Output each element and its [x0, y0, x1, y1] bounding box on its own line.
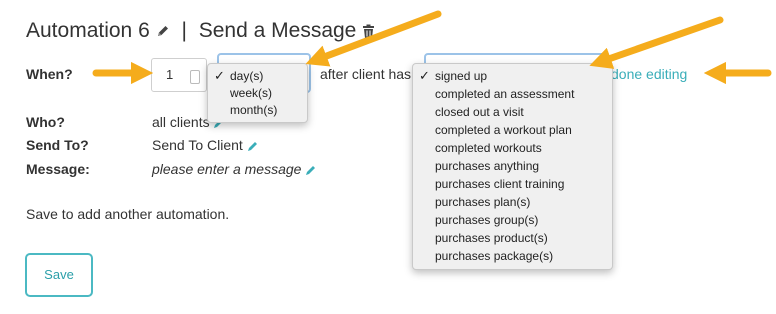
save-button[interactable]: Save	[25, 253, 93, 297]
page-title: Automation 6 | Send a Message	[26, 19, 375, 43]
edit-title-icon[interactable]	[156, 24, 170, 38]
event-option[interactable]: completed a workout plan	[435, 121, 572, 139]
event-option[interactable]: completed an assessment	[435, 85, 574, 103]
edit-message-icon[interactable]	[305, 164, 317, 176]
save-hint: Save to add another automation.	[26, 206, 230, 222]
quantity-value: 1	[166, 67, 174, 82]
unit-option[interactable]: month(s)	[230, 101, 277, 119]
send-to-value-text: Send To Client	[152, 137, 243, 153]
title-separator: |	[181, 19, 187, 42]
event-dropdown-menu: ✓ signed up completed an assessment clos…	[412, 63, 613, 270]
annotation-arrows	[92, 10, 772, 85]
event-option[interactable]: purchases client training	[435, 175, 564, 193]
unit-option[interactable]: day(s)	[230, 67, 263, 85]
event-option[interactable]: signed up	[435, 67, 487, 85]
event-option[interactable]: purchases plan(s)	[435, 193, 530, 211]
unit-option[interactable]: week(s)	[230, 84, 272, 102]
send-to-value: Send To Client	[152, 137, 259, 153]
arrow-to-event-select-icon	[589, 16, 724, 69]
who-value-text: all clients	[152, 114, 210, 130]
who-label: Who?	[26, 114, 65, 130]
action-subtitle: Send a Message	[198, 19, 357, 42]
stepper-arrows-icon[interactable]	[190, 70, 200, 84]
message-label: Message:	[26, 161, 90, 177]
event-option[interactable]: purchases product(s)	[435, 229, 548, 247]
quantity-stepper[interactable]: 1	[151, 58, 207, 92]
message-value: please enter a message	[152, 161, 317, 177]
after-client-text: after client has	[320, 66, 412, 82]
event-option[interactable]: completed workouts	[435, 139, 542, 157]
edit-send-to-icon[interactable]	[247, 140, 259, 152]
automation-title: Automation 6	[26, 19, 150, 42]
send-to-label: Send To?	[26, 137, 89, 153]
event-option[interactable]: purchases anything	[435, 157, 539, 175]
unit-dropdown-menu: ✓ day(s) week(s) month(s)	[207, 63, 308, 123]
when-label: When?	[26, 66, 73, 82]
checkmark-icon: ✓	[419, 68, 430, 83]
done-editing-link[interactable]: done editing	[611, 66, 687, 82]
checkmark-icon: ✓	[214, 68, 225, 83]
message-value-text: please enter a message	[152, 161, 302, 177]
event-option[interactable]: closed out a visit	[435, 103, 524, 121]
trash-icon[interactable]	[362, 24, 375, 39]
event-option[interactable]: purchases package(s)	[435, 247, 553, 265]
event-option[interactable]: purchases group(s)	[435, 211, 538, 229]
